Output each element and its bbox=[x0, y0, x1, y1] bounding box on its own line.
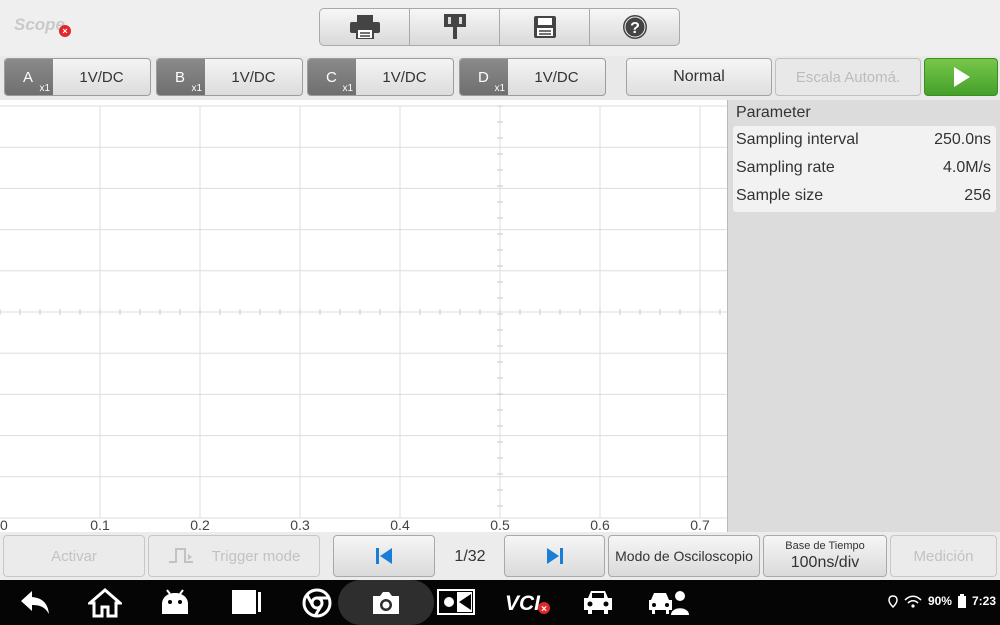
channel-d-volt: 1V/DC bbox=[534, 68, 579, 86]
channel-a-badge: A x1 bbox=[5, 59, 53, 95]
scope-mode-button[interactable]: Modo de Osciloscopio bbox=[608, 535, 760, 577]
pin-icon bbox=[443, 14, 466, 39]
recent-apps-icon[interactable] bbox=[230, 588, 262, 616]
channel-c-badge: C x1 bbox=[308, 59, 356, 95]
back-icon[interactable] bbox=[18, 588, 52, 616]
channel-a-button[interactable]: A x1 1V/DC bbox=[4, 58, 151, 96]
save-button[interactable] bbox=[500, 9, 590, 45]
param-value: 250.0ns bbox=[934, 131, 991, 148]
param-row-sample-size: Sample size 256 bbox=[733, 182, 996, 210]
x-tick-label: 0.4 bbox=[390, 517, 410, 532]
timebase-button[interactable]: Base de Tiempo 100ns/div bbox=[763, 535, 887, 577]
tool-button-group: ? bbox=[319, 8, 680, 46]
measurement-button[interactable]: Medición bbox=[890, 535, 997, 577]
camera-icon bbox=[373, 592, 399, 614]
wifi-icon bbox=[904, 594, 922, 608]
trigger-icon bbox=[168, 548, 193, 563]
channel-b-button[interactable]: B x1 1V/DC bbox=[156, 58, 303, 96]
app-title: Scope bbox=[14, 15, 66, 34]
run-button[interactable] bbox=[924, 58, 998, 96]
parameter-title: Parameter bbox=[736, 104, 811, 121]
channel-d-badge: D x1 bbox=[460, 59, 508, 95]
page-indicator: 1/32 bbox=[454, 548, 486, 565]
last-page-button[interactable] bbox=[504, 535, 605, 577]
activate-button[interactable]: Activar bbox=[3, 535, 145, 577]
channel-b-badge: B x1 bbox=[157, 59, 205, 95]
channel-d-button[interactable]: D x1 1V/DC bbox=[459, 58, 606, 96]
oscilloscope-plot[interactable]: 0 0.1 0.2 0.3 0.4 0.5 0.6 0.7 bbox=[0, 100, 727, 533]
top-toolbar: Scope × ? bbox=[0, 0, 1000, 56]
print-button[interactable] bbox=[320, 9, 410, 45]
printer-icon bbox=[349, 15, 380, 39]
channel-c-volt: 1V/DC bbox=[382, 68, 427, 86]
error-badge-icon: × bbox=[59, 25, 71, 37]
x-tick-label: 0.3 bbox=[290, 517, 310, 532]
timebase-label: Base de Tiempo bbox=[785, 540, 865, 552]
x-tick-label: 0.2 bbox=[190, 517, 210, 532]
bottom-toolbar: Activar Trigger mode 1/32 Modo de Oscilo… bbox=[0, 532, 1000, 580]
pin-button[interactable] bbox=[410, 9, 500, 45]
car-icon[interactable] bbox=[581, 588, 615, 616]
channel-a-volt: 1V/DC bbox=[79, 68, 124, 86]
param-value: 256 bbox=[964, 187, 991, 204]
location-icon bbox=[888, 594, 898, 608]
svg-text:×: × bbox=[541, 604, 547, 615]
battery-icon bbox=[957, 594, 966, 608]
x-tick-label: 0 bbox=[0, 517, 8, 532]
svg-text:?: ? bbox=[630, 20, 640, 37]
play-icon bbox=[954, 67, 970, 87]
x-tick-label: 0.1 bbox=[90, 517, 110, 532]
car-user-icon[interactable] bbox=[648, 588, 690, 616]
timebase-value: 100ns/div bbox=[790, 554, 860, 571]
clock: 7:23 bbox=[971, 594, 996, 608]
parameter-panel: Parameter Sampling interval 250.0ns Samp… bbox=[727, 100, 1000, 532]
x-tick-label: 0.6 bbox=[590, 517, 610, 532]
x-tick-label: 0.7 bbox=[690, 517, 710, 532]
skip-forward-icon bbox=[546, 548, 563, 564]
param-label: Sample size bbox=[736, 187, 824, 204]
x-tick-label: 0.5 bbox=[490, 517, 510, 532]
help-button[interactable]: ? bbox=[590, 9, 679, 45]
svg-text:VCI: VCI bbox=[505, 592, 541, 615]
vci-icon[interactable]: VCI × bbox=[503, 588, 551, 616]
plot-grid: 0 0.1 0.2 0.3 0.4 0.5 0.6 0.7 bbox=[0, 105, 727, 533]
trigger-mode-label: Trigger mode bbox=[211, 547, 301, 565]
channel-c-button[interactable]: C x1 1V/DC bbox=[307, 58, 454, 96]
trigger-mode-button[interactable]: Trigger mode bbox=[148, 535, 320, 577]
param-row-sampling-interval: Sampling interval 250.0ns bbox=[733, 126, 996, 154]
param-label: Sampling interval bbox=[736, 131, 859, 148]
param-row-sampling-rate: Sampling rate 4.0M/s bbox=[733, 154, 996, 182]
auto-scale-button[interactable]: Escala Automá. bbox=[775, 58, 921, 96]
normal-mode-button[interactable]: Normal bbox=[626, 58, 772, 96]
battery-percent: 90% bbox=[927, 594, 952, 608]
camera-button[interactable] bbox=[338, 580, 434, 625]
skip-back-icon bbox=[376, 548, 392, 564]
parameter-table: Sampling interval 250.0ns Sampling rate … bbox=[733, 126, 996, 212]
help-icon: ? bbox=[622, 15, 647, 39]
first-page-button[interactable] bbox=[333, 535, 435, 577]
screen-mirror-icon[interactable] bbox=[437, 588, 475, 616]
system-navigation-bar: VCI × 90% 7:23 bbox=[0, 580, 1000, 625]
param-value: 4.0M/s bbox=[942, 159, 991, 176]
home-icon[interactable] bbox=[88, 588, 122, 618]
param-label: Sampling rate bbox=[736, 159, 835, 176]
channel-b-volt: 1V/DC bbox=[231, 68, 276, 86]
android-icon[interactable] bbox=[159, 588, 191, 616]
chrome-icon[interactable] bbox=[302, 588, 332, 618]
save-icon bbox=[533, 16, 556, 38]
status-area: 90% 7:23 bbox=[888, 594, 996, 608]
